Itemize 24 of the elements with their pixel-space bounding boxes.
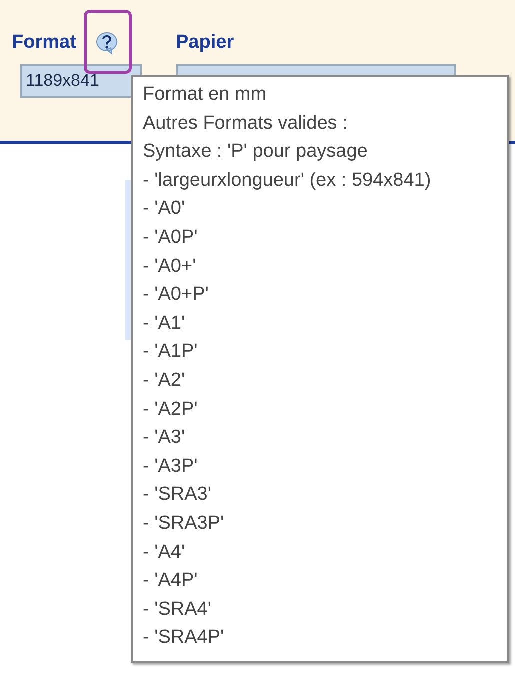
tooltip-line: - 'SRA4P': [143, 626, 226, 650]
tooltip-line: - 'SRA4': [143, 598, 212, 622]
field-label: Papier: [176, 32, 234, 54]
tooltip-line: - 'A2': [143, 368, 186, 393]
tooltip-line: - 'A3': [143, 426, 186, 450]
tooltip-line: - 'SRA3': [143, 483, 212, 508]
tooltip-line: - 'largeurxlongueur' (ex : 594x841): [143, 168, 432, 193]
tooltip-line: Format en mm: [143, 83, 268, 107]
tooltip-line: Syntaxe : 'P' pour paysage: [143, 140, 369, 164]
tooltip-line: - 'A0+': [143, 254, 198, 279]
tooltip-line: - 'A4P': [143, 569, 199, 594]
tooltip-line: - 'A1P': [143, 340, 199, 364]
tooltip-line: - 'A4': [143, 540, 186, 564]
tooltip-line: Autres Formats valides :: [143, 112, 349, 136]
tooltip-line: - 'A2P': [143, 398, 199, 422]
input-field[interactable]: 1189x841: [20, 64, 142, 98]
help-icon[interactable]: [94, 31, 120, 55]
tooltip-line: - 'A3P': [143, 454, 199, 479]
tooltip-line: - 'A0P': [143, 226, 199, 250]
tooltip-line: - 'SRA3P': [143, 512, 226, 536]
tooltip-line: - 'A1': [143, 312, 186, 336]
tooltip-line: - 'A0+P': [143, 283, 210, 308]
field-label: Format: [12, 32, 76, 54]
tooltip-line: - 'A0': [143, 197, 186, 222]
